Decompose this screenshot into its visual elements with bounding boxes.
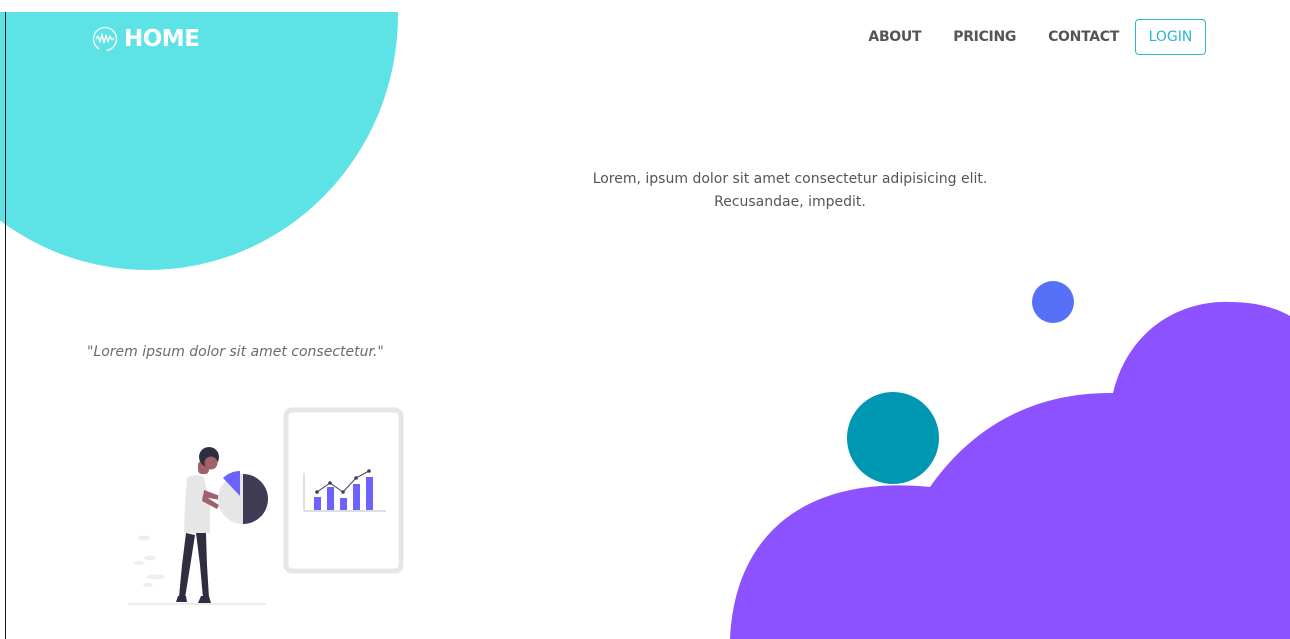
nav-contact-link[interactable]: CONTACT	[1048, 29, 1119, 45]
top-white-strip	[0, 0, 1290, 12]
landing-page: HOME ABOUT PRICING CONTACT LOGIN Lorem, …	[0, 0, 1290, 639]
wave-pulse-icon	[92, 26, 118, 52]
teal-circle-decoration	[847, 392, 939, 484]
brand-name: HOME	[124, 26, 200, 52]
person-figure	[176, 447, 220, 603]
chart-bar	[366, 477, 373, 510]
chart-bar	[353, 484, 360, 510]
nav-about-link[interactable]: ABOUT	[868, 29, 921, 45]
chart-bar	[327, 487, 334, 510]
brand-logo[interactable]: HOME	[92, 26, 200, 52]
purple-cloud-decoration	[730, 301, 1290, 639]
login-button[interactable]: LOGIN	[1135, 19, 1206, 55]
quote-text: "Lorem ipsum dolor sit amet consectetur.…	[87, 344, 384, 360]
hero-description: Lorem, ipsum dolor sit amet consectetur …	[540, 168, 1040, 214]
hero-line-2: Recusandae, impedit.	[714, 194, 866, 210]
blue-circle-decoration	[1032, 281, 1074, 323]
chart-bar	[314, 497, 321, 510]
pie-chart-held	[218, 471, 268, 524]
nav-pricing-link[interactable]: PRICING	[953, 29, 1016, 45]
chart-bar	[340, 498, 347, 510]
person-presenting-charts-illustration	[128, 407, 404, 605]
left-edge-line	[5, 12, 6, 639]
hero-line-1: Lorem, ipsum dolor sit amet consectetur …	[592, 171, 988, 187]
top-navigation: ABOUT PRICING CONTACT LOGIN	[868, 19, 1206, 55]
